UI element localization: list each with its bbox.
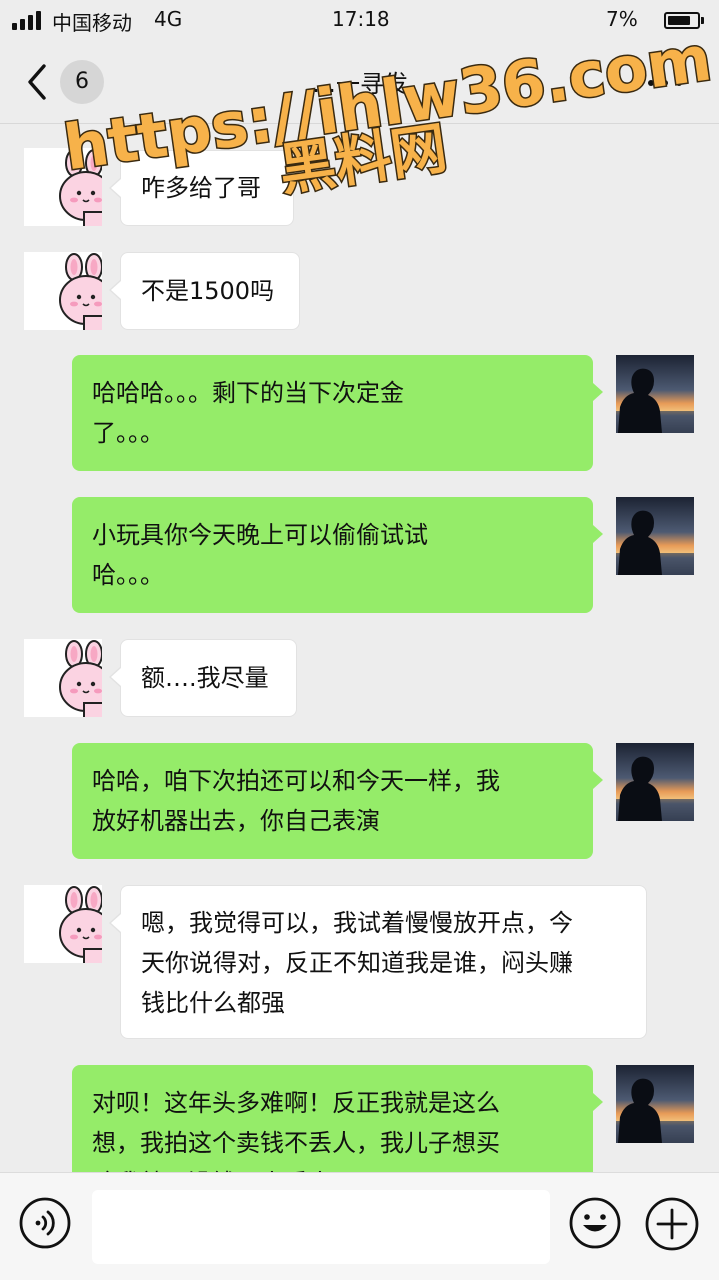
message-bubble-outgoing[interactable]: 哈哈哈。。。剩下的当下次定金 了。。。: [72, 355, 603, 471]
pink-bunny-avatar[interactable]: [24, 885, 102, 963]
message-text: 哈哈哈。。。剩下的当下次定金: [92, 379, 404, 407]
emoji-icon[interactable]: [568, 1196, 622, 1250]
unread-count-badge: 6: [60, 60, 104, 104]
input-bar: [0, 1172, 719, 1280]
message-text: 了。。。: [92, 419, 164, 447]
network-type: 4G: [154, 7, 183, 31]
message-bubble-outgoing[interactable]: 对呗！这年头多难啊！反正我就是这么 想，我拍这个卖钱不丢人，我儿子想买 啥我就用…: [72, 1065, 603, 1172]
message-bubble-incoming[interactable]: 额….我尽量: [109, 639, 297, 717]
back-button[interactable]: 6: [24, 56, 114, 108]
pink-bunny-avatar[interactable]: [24, 639, 102, 717]
battery-tip: [701, 17, 704, 24]
message-text: 想，我拍这个卖钱不丢人，我儿子想买: [92, 1129, 500, 1157]
sunset-silhouette-avatar[interactable]: [616, 497, 694, 575]
status-time: 17:18: [332, 7, 390, 31]
pink-bunny-avatar[interactable]: [24, 148, 102, 226]
status-bar: 中国移动 4G 17:18 7%: [0, 0, 719, 42]
message-list[interactable]: 咋多给了哥 不是1500吗 哈哈哈。。。剩下的当下次定金 了。。。 小玩具你今天…: [0, 124, 719, 1172]
message-text: 哈哈，咱下次拍还可以和今天一样，我: [92, 767, 500, 795]
sunset-silhouette-avatar[interactable]: [616, 743, 694, 821]
message-text: 放好机器出去，你自己表演: [92, 807, 380, 835]
message-bubble-outgoing[interactable]: 小玩具你今天晚上可以偷偷试试 哈。。。: [72, 497, 603, 613]
sunset-silhouette-avatar[interactable]: [616, 1065, 694, 1143]
more-dots-icon: [648, 80, 654, 86]
pink-bunny-avatar[interactable]: [24, 252, 102, 330]
message-text: 额….我尽量: [141, 664, 269, 692]
voice-icon[interactable]: [18, 1196, 72, 1250]
message-text: 天你说得对，反正不知道我是谁，闷头赚: [141, 949, 573, 977]
signal-strength-icon: [12, 10, 46, 30]
chat-screen: 中国移动 4G 17:18 7% 6 …一寻发 咋多给了哥 不是1500吗 哈哈…: [0, 0, 719, 1280]
message-text: 哈。。。: [92, 561, 164, 589]
chat-title: …一寻发: [312, 70, 408, 98]
message-text: 钱比什么都强: [141, 989, 285, 1017]
message-text: 嗯，我觉得可以，我试着慢慢放开点，今: [141, 909, 573, 937]
chevron-left-icon: [28, 64, 46, 100]
message-bubble-incoming[interactable]: 嗯，我觉得可以，我试着慢慢放开点，今 天你说得对，反正不知道我是谁，闷头赚 钱比…: [109, 885, 647, 1039]
message-text: 不是1500吗: [141, 277, 275, 305]
battery-percent: 7%: [606, 7, 638, 31]
message-bubble-outgoing[interactable]: 哈哈，咱下次拍还可以和今天一样，我 放好机器出去，你自己表演: [72, 743, 603, 859]
more-button[interactable]: [640, 68, 690, 98]
message-text: 啥我就用没钱，人丢人: [92, 1163, 573, 1172]
message-bubble-incoming[interactable]: 咋多给了哥: [109, 150, 294, 226]
carrier-name: 中国移动: [52, 11, 132, 35]
more-dots-icon: [662, 80, 668, 86]
message-text: 对呗！这年头多难啊！反正我就是这么: [92, 1089, 500, 1117]
chat-header: 6 …一寻发: [0, 42, 719, 124]
battery-level: [668, 16, 690, 25]
plus-icon[interactable]: [644, 1196, 700, 1252]
message-input[interactable]: [92, 1190, 550, 1264]
message-text: 咋多给了哥: [141, 174, 261, 202]
message-text: 小玩具你今天晚上可以偷偷试试: [92, 521, 428, 549]
more-dots-icon: [676, 80, 682, 86]
sunset-silhouette-avatar[interactable]: [616, 355, 694, 433]
battery-icon: [664, 12, 700, 29]
message-bubble-incoming[interactable]: 不是1500吗: [109, 252, 300, 330]
